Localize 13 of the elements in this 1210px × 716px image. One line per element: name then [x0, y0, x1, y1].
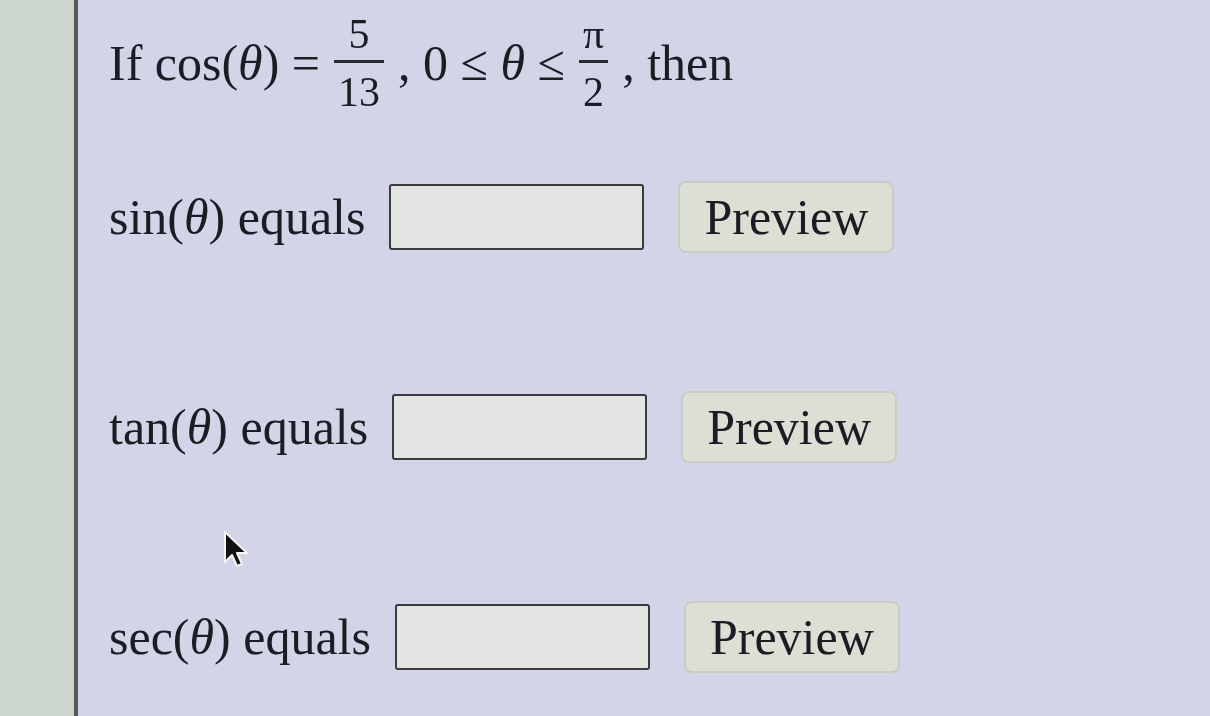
answer-field[interactable] — [394, 604, 650, 670]
preview-button[interactable]: Preview — [678, 181, 895, 253]
answer-field[interactable] — [389, 184, 645, 250]
math-text: , then — [622, 38, 734, 88]
fraction-numerator: 5 — [347, 13, 371, 59]
cursor-icon — [223, 530, 251, 568]
preview-button[interactable]: Preview — [681, 391, 898, 463]
fraction-denominator: 2 — [582, 68, 606, 113]
fraction-numerator: π — [582, 13, 606, 59]
preview-button[interactable]: Preview — [683, 601, 900, 673]
math-text: , 0 ≤ θ ≤ — [398, 38, 565, 88]
answer-field[interactable] — [392, 394, 648, 460]
fraction-denominator: 13 — [337, 68, 382, 113]
